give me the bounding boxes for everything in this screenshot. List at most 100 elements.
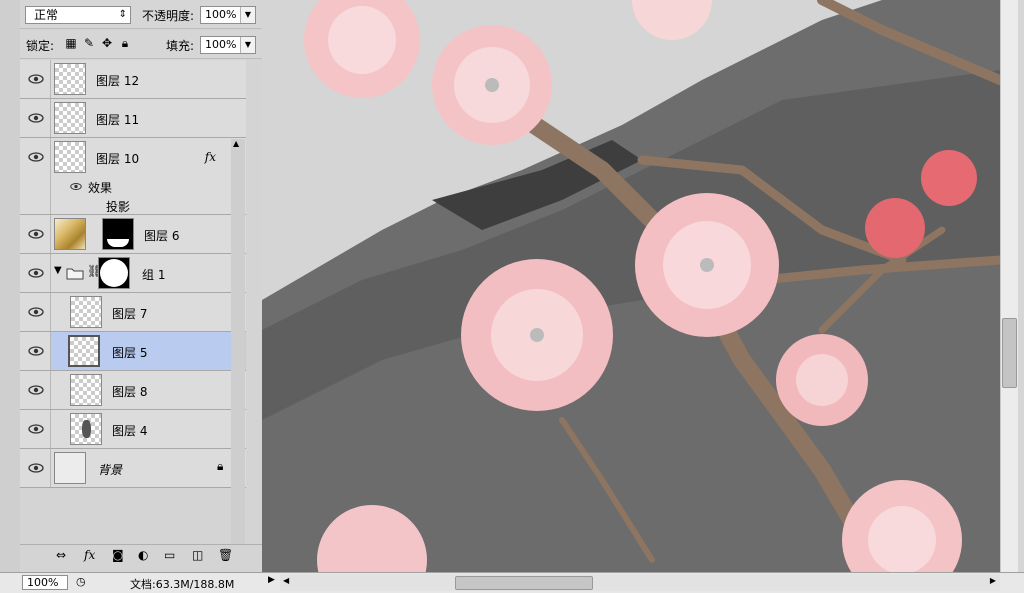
canvas-vertical-scroll-thumb[interactable] (1002, 318, 1017, 388)
artwork-image (262, 0, 1000, 572)
opacity-value: 100% (205, 8, 237, 21)
layer-thumbnail (54, 218, 86, 250)
layer-row[interactable]: 图层 10 fx 效果 投影 (20, 138, 246, 215)
layer-thumbnail (70, 413, 102, 445)
blend-mode-select[interactable]: 正常 ⇕ (25, 6, 131, 24)
layers-panel: 正常 ⇕ 不透明度: 100% ▼ 锁定: ▦ ✎ ✥ 🔒︎ 填充: 100% ▼ 图… (0, 0, 262, 572)
layer-row[interactable]: 图层 7 (20, 293, 246, 332)
eye-icon (28, 152, 44, 162)
layers-bottom-toolbar: ⇔ fx ◙ ◐ ▭ ◫ 🗑︎ (20, 544, 262, 567)
adjustment-layer-icon[interactable]: ◐ (138, 548, 148, 562)
zoom-level-input[interactable]: 100% (22, 575, 68, 590)
eye-icon (28, 424, 44, 434)
chevron-down-icon[interactable]: ▼ (240, 7, 255, 23)
new-layer-icon[interactable]: ◫ (192, 548, 203, 562)
visibility-toggle[interactable] (20, 60, 51, 98)
scroll-left-arrow-icon[interactable]: ◀ (283, 576, 289, 585)
layer-row[interactable]: 图层 6 (20, 215, 246, 254)
status-bar: 100% ◷ 文档:63.3M/188.8M ▶ ◀ ▶ (0, 572, 1024, 593)
lock-icon: 🔒︎ (217, 459, 224, 473)
add-style-icon[interactable]: fx (84, 548, 95, 562)
layer-mask-thumbnail[interactable] (102, 218, 134, 250)
layer-name: 背景 (98, 463, 123, 477)
canvas-vertical-scrollbar[interactable] (1000, 0, 1018, 572)
layer-name: 图层 12 (96, 74, 140, 88)
eye-icon (28, 113, 44, 123)
visibility-toggle[interactable] (20, 138, 51, 214)
scroll-up-arrow-icon[interactable]: ▲ (233, 139, 239, 148)
layer-row-background[interactable]: 背景 🔒︎ (20, 449, 246, 488)
layer-name: 图层 6 (144, 229, 180, 243)
eye-icon[interactable] (70, 182, 82, 191)
layers-scrollbar[interactable]: ▲ (231, 139, 245, 544)
layer-row[interactable]: 图层 8 (20, 371, 246, 410)
fill-label: 填充: (166, 39, 195, 53)
layers-list: 图层 12 图层 11 图层 10 fx 效果 投影 图层 6 ▼ ⛓ 组 1 … (20, 60, 248, 544)
layer-name: 图层 10 (96, 152, 140, 166)
document-info-text: 文档:63.3M/188.8M (130, 578, 235, 591)
visibility-toggle[interactable] (20, 99, 51, 137)
visibility-toggle[interactable] (20, 293, 51, 331)
layer-row[interactable]: 图层 4 (20, 410, 246, 449)
lock-icon[interactable]: 🔒︎ (116, 36, 134, 51)
eye-icon (28, 463, 44, 473)
layer-row[interactable]: 图层 11 (20, 99, 246, 138)
layer-thumbnail (70, 374, 102, 406)
add-mask-icon[interactable]: ◙ (112, 548, 124, 562)
layer-row-selected[interactable]: 图层 5 (20, 332, 246, 371)
horizontal-scroll-thumb[interactable] (455, 576, 593, 590)
lock-fill-row: 锁定: ▦ ✎ ✥ 🔒︎ 填充: 100% ▼ (20, 30, 262, 59)
brush-icon[interactable]: ✎ (80, 36, 98, 50)
opacity-label: 不透明度: (142, 9, 195, 23)
chevron-updown-icon: ⇕ (118, 9, 127, 20)
lock-transparent-icon[interactable]: ▦ (62, 36, 80, 50)
canvas-horizontal-scrollbar[interactable]: ◀ ▶ (280, 574, 1000, 591)
visibility-toggle[interactable] (20, 449, 51, 487)
eye-icon (28, 74, 44, 84)
delete-layer-icon[interactable]: 🗑︎ (218, 548, 233, 562)
layer-mask-thumbnail[interactable] (98, 257, 130, 289)
layer-thumbnail (54, 452, 86, 484)
lock-label: 锁定: (26, 39, 55, 53)
eye-icon (28, 346, 44, 356)
layer-thumbnail (68, 335, 100, 367)
fill-input[interactable]: 100% ▼ (200, 36, 256, 54)
visibility-toggle[interactable] (20, 215, 51, 253)
chevron-down-icon[interactable]: ▼ (240, 37, 255, 53)
move-icon[interactable]: ✥ (98, 36, 116, 50)
blend-mode-value: 正常 (34, 8, 59, 22)
eye-icon (28, 385, 44, 395)
effects-label: 效果 (88, 181, 113, 195)
opacity-input[interactable]: 100% ▼ (200, 6, 256, 24)
layer-name: 图层 8 (112, 385, 148, 399)
layer-thumbnail (54, 63, 86, 95)
visibility-toggle[interactable] (20, 410, 51, 448)
folder-icon (66, 268, 84, 280)
scroll-right-arrow-icon[interactable]: ▶ (990, 576, 996, 585)
visibility-toggle[interactable] (20, 371, 51, 409)
visibility-toggle[interactable] (20, 254, 51, 292)
fill-value: 100% (205, 38, 237, 51)
eye-icon (28, 229, 44, 239)
layer-name: 图层 11 (96, 113, 140, 127)
fx-icon[interactable]: fx (205, 150, 216, 164)
layer-thumbnail (54, 102, 86, 134)
layer-name: 图层 5 (112, 346, 148, 360)
eye-icon (28, 307, 44, 317)
layer-name: 图层 4 (112, 424, 148, 438)
document-canvas[interactable] (262, 0, 1000, 572)
status-menu-arrow-icon[interactable]: ▶ (268, 575, 275, 585)
visibility-toggle[interactable] (20, 332, 51, 370)
panel-edge-strip (0, 0, 20, 572)
layer-thumbnail (70, 296, 102, 328)
expand-triangle-icon[interactable]: ▼ (54, 265, 62, 276)
layer-row[interactable]: 图层 12 (20, 60, 246, 99)
blend-opacity-row: 正常 ⇕ 不透明度: 100% ▼ (20, 0, 262, 29)
status-options-icon[interactable]: ◷ (76, 575, 86, 588)
layer-group-row[interactable]: ▼ ⛓ 组 1 (20, 254, 246, 293)
lock-icons: ▦ ✎ ✥ 🔒︎ (62, 36, 134, 51)
new-group-icon[interactable]: ▭ (164, 548, 175, 562)
drop-shadow-effect[interactable]: 投影 (106, 198, 130, 215)
link-layers-icon[interactable]: ⇔ (56, 548, 66, 562)
layer-thumbnail (54, 141, 86, 173)
